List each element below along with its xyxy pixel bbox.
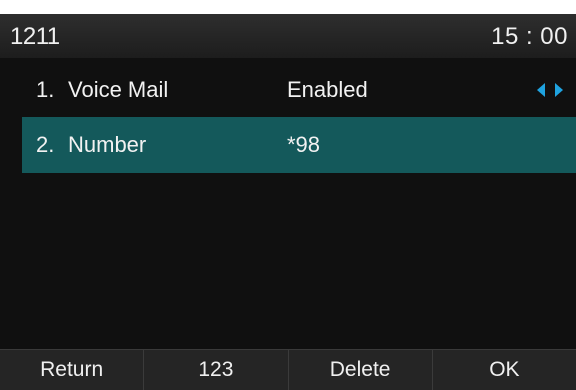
status-bar: 1211 15 : 00 [0,14,576,58]
arrow-right-icon [555,83,563,97]
input-mode-softkey[interactable]: 123 [143,350,287,390]
delete-softkey[interactable]: Delete [287,350,432,390]
account-label: 1211 [10,23,60,50]
list-item-number[interactable]: 2. Number *98 [22,117,576,173]
list-item-voice-mail[interactable]: 1. Voice Mail Enabled [22,62,576,118]
item-index: 2. [36,132,55,157]
return-softkey[interactable]: Return [0,350,143,390]
arrow-left-icon [537,83,545,97]
item-value: Enabled [287,77,368,102]
phone-screen: 1211 15 : 00 1. Voice Mail Enabled 2. Nu… [0,14,576,390]
item-label: Voice Mail [68,77,169,102]
ok-softkey[interactable]: OK [431,350,576,390]
number-input[interactable]: *98 [287,132,320,158]
item-index: 1. [36,77,55,102]
item-label: Number [68,132,147,157]
option-switch-arrows[interactable] [536,82,564,98]
clock: 15 : 00 [491,23,568,50]
softkey-bar: Return 123 Delete OK [0,349,576,390]
